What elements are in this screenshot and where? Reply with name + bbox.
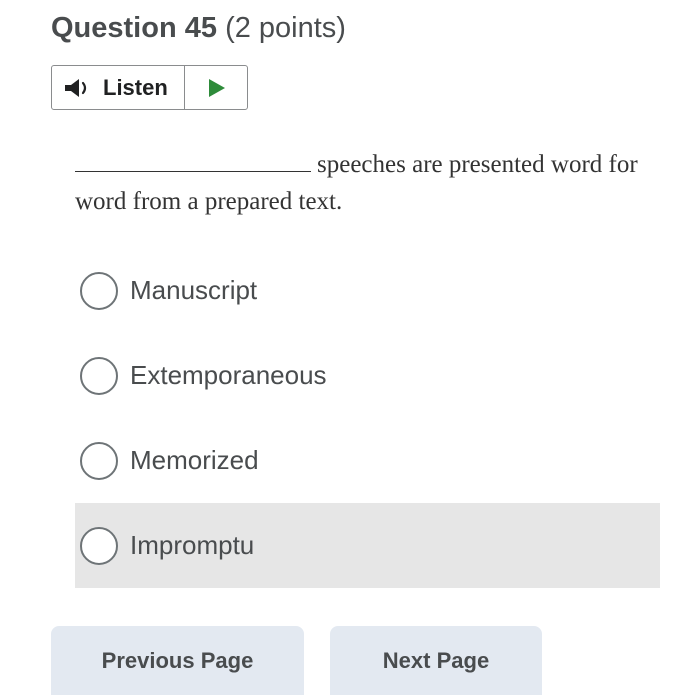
answer-choices: Manuscript Extemporaneous Memorized Impr… — [75, 248, 660, 588]
radio-button[interactable] — [80, 271, 118, 310]
previous-page-button[interactable]: Previous Page — [51, 626, 304, 695]
choice-label: Impromptu — [130, 530, 255, 560]
listen-widget: Listen — [51, 65, 248, 110]
choice-label: Extemporaneous — [130, 360, 327, 390]
listen-button[interactable]: Listen — [52, 66, 185, 109]
choice-impromptu[interactable]: Impromptu — [75, 503, 660, 588]
choice-label: Memorized — [130, 445, 259, 475]
choice-manuscript[interactable]: Manuscript — [75, 248, 660, 333]
answer-blank — [75, 145, 311, 172]
choice-extemporaneous[interactable]: Extemporaneous — [75, 333, 660, 418]
choice-label: Manuscript — [130, 275, 258, 305]
listen-label: Listen — [103, 74, 168, 100]
question-text: speeches are presented word for word fro… — [75, 145, 655, 220]
radio-button[interactable] — [80, 526, 118, 565]
question-heading: Question 45 (2 points) — [51, 8, 346, 48]
question-number: Question 45 — [51, 12, 217, 44]
question-points: (2 points) — [225, 12, 346, 44]
play-button[interactable] — [185, 66, 247, 109]
next-page-button[interactable]: Next Page — [330, 626, 542, 695]
radio-button[interactable] — [80, 441, 118, 480]
speaker-icon — [63, 77, 93, 99]
radio-button[interactable] — [80, 356, 118, 395]
play-icon — [206, 78, 226, 98]
choice-memorized[interactable]: Memorized — [75, 418, 660, 503]
